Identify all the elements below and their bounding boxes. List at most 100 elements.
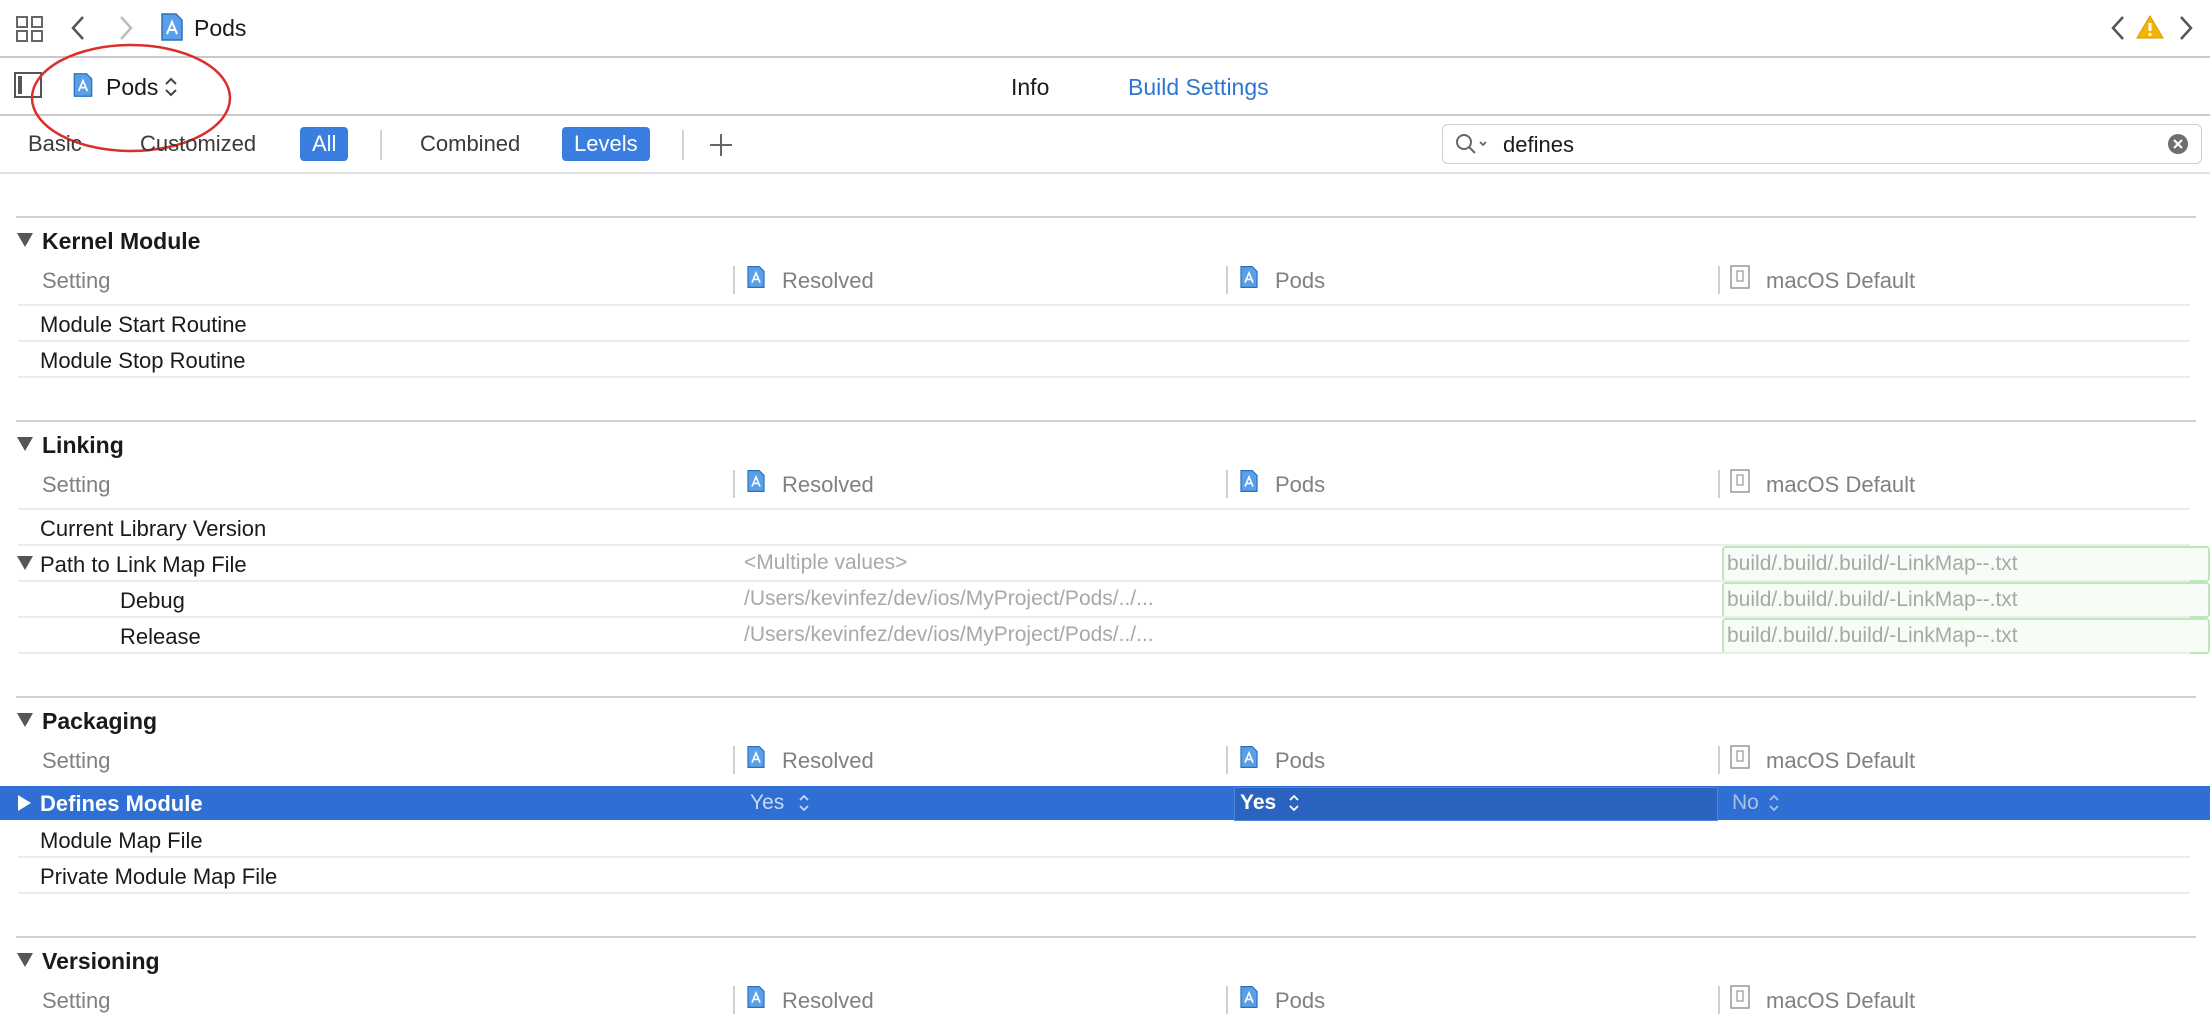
value-default-box[interactable]: build/.build/.build/-LinkMap--.txt [1722, 582, 2210, 618]
search-input[interactable]: defines [1503, 132, 1574, 158]
column-divider [733, 746, 735, 774]
value-resolved[interactable]: <Multiple values> [744, 551, 907, 575]
column-resolved: Resolved [782, 988, 874, 1013]
next-issue-icon[interactable] [2178, 14, 2194, 42]
column-setting: Setting [42, 268, 111, 293]
section-divider [16, 696, 2196, 698]
table-row-defines-module[interactable]: Defines Module Yes Yes No [0, 786, 2210, 821]
filter-all[interactable]: All [300, 127, 349, 161]
disclosure-triangle-icon[interactable] [18, 795, 31, 811]
macos-sdk-icon [1730, 469, 1750, 493]
path-bar: Pods [0, 0, 2210, 58]
setting-release[interactable]: Release [120, 624, 201, 650]
value-resolved[interactable]: /Users/kevinfez/dev/ios/MyProject/Pods/.… [744, 587, 1154, 611]
column-divider [1718, 986, 1720, 1014]
value-resolved[interactable]: /Users/kevinfez/dev/ios/MyProject/Pods/.… [744, 623, 1154, 647]
column-macos-default: macOS Default [1766, 472, 1916, 497]
divider [380, 130, 382, 160]
updown-chevron-icon [1769, 794, 1779, 812]
project-icon [747, 746, 765, 768]
row-divider [18, 508, 2190, 510]
section-title-kernel-module: Kernel Module [42, 228, 201, 254]
project-icon [1240, 266, 1258, 288]
column-setting: Setting [42, 472, 111, 497]
project-icon [1240, 986, 1258, 1008]
setting-current-library-version[interactable]: Current Library Version [40, 516, 266, 542]
column-divider [733, 986, 735, 1014]
column-divider [1718, 470, 1720, 498]
macos-sdk-icon [1730, 745, 1750, 769]
disclosure-triangle-icon[interactable] [17, 437, 33, 451]
project-icon [747, 986, 765, 1008]
forward-icon[interactable] [118, 14, 134, 42]
column-resolved: Resolved [782, 748, 874, 773]
project-icon [747, 266, 765, 288]
column-divider [1718, 266, 1720, 294]
filter-levels[interactable]: Levels [562, 127, 650, 161]
column-setting: Setting [42, 748, 111, 773]
value-default-box[interactable]: build/.build/.build/-LinkMap--.txt [1722, 618, 2210, 654]
column-macos-default: macOS Default [1766, 268, 1916, 293]
row-divider [18, 652, 2190, 654]
column-macos-default: macOS Default [1766, 748, 1916, 773]
setting-defines-module: Defines Module [40, 791, 203, 816]
project-icon [1240, 746, 1258, 768]
updown-chevron-icon [799, 794, 809, 812]
value-resolved[interactable]: Yes [750, 791, 784, 815]
filter-basic[interactable]: Basic [16, 127, 94, 161]
column-resolved: Resolved [782, 472, 874, 497]
setting-module-stop-routine[interactable]: Module Stop Routine [40, 348, 245, 374]
tab-info[interactable]: Info [1011, 74, 1049, 101]
section-title-versioning: Versioning [42, 948, 160, 974]
column-pods: Pods [1275, 268, 1326, 293]
value-default-box[interactable]: build/.build/.build/-LinkMap--.txt [1722, 546, 2210, 582]
row-divider [18, 892, 2190, 894]
previous-issue-icon[interactable] [2110, 14, 2126, 42]
setting-path-to-link-map-file[interactable]: Path to Link Map File [40, 552, 247, 578]
macos-sdk-icon [1730, 985, 1750, 1009]
column-pods: Pods [1275, 472, 1326, 497]
disclosure-triangle-icon[interactable] [17, 713, 33, 727]
breadcrumb-title[interactable]: Pods [194, 15, 246, 42]
section-divider [16, 216, 2196, 218]
search-field[interactable]: defines [1442, 124, 2202, 164]
column-divider [1226, 746, 1228, 774]
column-pods: Pods [1275, 988, 1326, 1013]
column-resolved: Resolved [782, 268, 874, 293]
filter-customized[interactable]: Customized [128, 127, 268, 161]
tab-build-settings[interactable]: Build Settings [1128, 74, 1269, 101]
column-divider [1718, 746, 1720, 774]
row-divider [18, 856, 2190, 858]
pods-value-cell[interactable] [1234, 787, 1718, 821]
search-icon[interactable] [1455, 133, 1493, 155]
column-macos-default: macOS Default [1766, 988, 1916, 1013]
section-divider [16, 420, 2196, 422]
value-default: build/.build/.build/-LinkMap--.txt [1727, 624, 2018, 647]
related-items-icon[interactable] [16, 16, 44, 42]
filter-combined[interactable]: Combined [408, 127, 532, 161]
add-icon[interactable] [708, 132, 734, 158]
setting-debug[interactable]: Debug [120, 588, 185, 614]
project-icon [1240, 470, 1258, 492]
disclosure-triangle-icon[interactable] [17, 233, 33, 247]
value-pods[interactable]: Yes [1240, 791, 1276, 815]
row-divider [18, 304, 2190, 306]
clear-search-icon[interactable] [2167, 133, 2189, 155]
editor-toolbar: Pods Info Build Settings [0, 58, 2210, 116]
setting-module-map-file[interactable]: Module Map File [40, 828, 203, 854]
column-divider [733, 266, 735, 294]
back-icon[interactable] [70, 14, 86, 42]
column-divider [1226, 266, 1228, 294]
column-divider [1226, 986, 1228, 1014]
warning-icon[interactable] [2136, 14, 2164, 40]
setting-module-start-routine[interactable]: Module Start Routine [40, 312, 247, 338]
project-icon [161, 13, 183, 41]
value-default[interactable]: No [1732, 791, 1759, 815]
macos-sdk-icon [1730, 265, 1750, 289]
disclosure-triangle-icon[interactable] [17, 556, 33, 570]
section-divider [16, 936, 2196, 938]
setting-private-module-map-file[interactable]: Private Module Map File [40, 864, 277, 890]
disclosure-triangle-icon[interactable] [17, 953, 33, 967]
row-divider [18, 340, 2190, 342]
column-divider [1226, 470, 1228, 498]
